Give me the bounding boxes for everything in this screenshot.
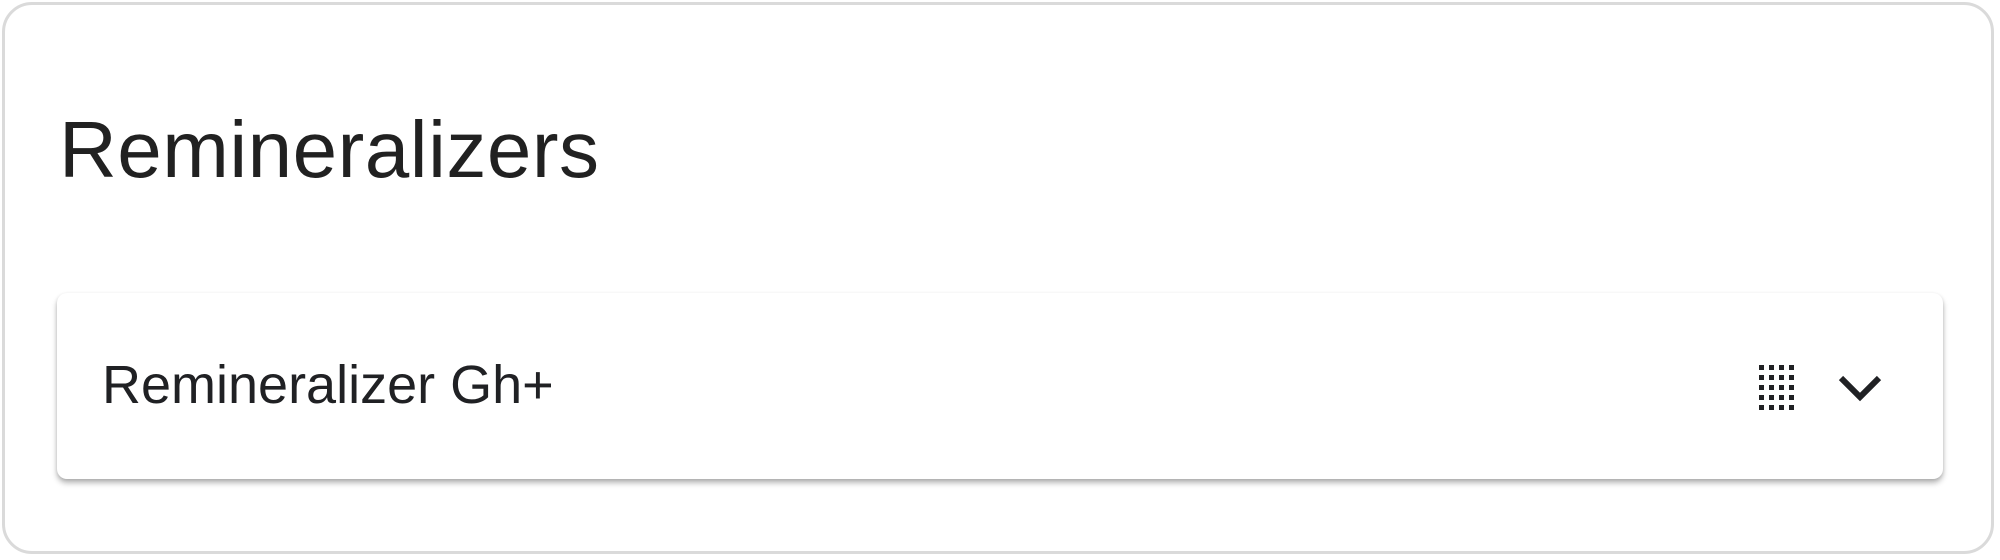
- drag-handle-icon[interactable]: [1757, 363, 1797, 415]
- expansion-panel-remineralizer[interactable]: Remineralizer Gh+: [57, 293, 1943, 479]
- section-title: Remineralizers: [59, 105, 600, 194]
- item-label: Remineralizer Gh+: [102, 355, 554, 415]
- remineralizers-card: Remineralizers Remineralizer Gh+: [2, 2, 1994, 554]
- chevron-down-icon[interactable]: [1832, 359, 1888, 415]
